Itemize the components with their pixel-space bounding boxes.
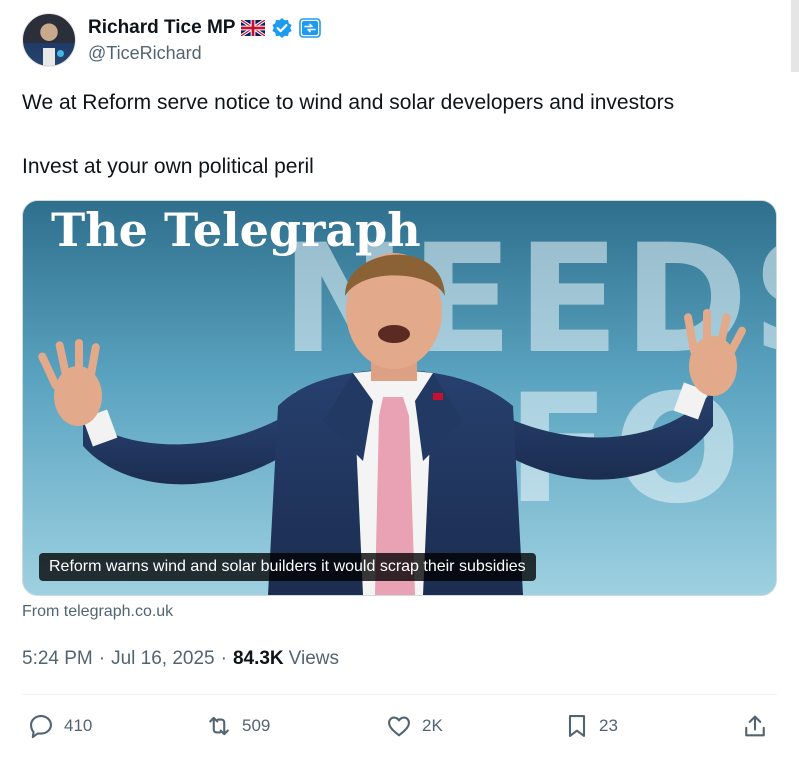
views-label: Views — [288, 648, 339, 669]
telegraph-masthead: The Telegraph — [51, 203, 421, 257]
heart-icon — [384, 712, 414, 740]
avatar[interactable] — [22, 13, 76, 67]
tweet-page: Richard Tice MP @TiceRichard We at Refor… — [0, 0, 799, 770]
repost-button[interactable]: 509 — [204, 712, 270, 740]
author-handle[interactable]: @TiceRichard — [88, 43, 321, 64]
uk-flag-icon — [241, 19, 266, 36]
verified-badge-icon[interactable] — [271, 17, 293, 39]
name-row: Richard Tice MP — [88, 17, 322, 39]
views-count: 84.3K — [232, 648, 284, 669]
scrollbar[interactable] — [791, 0, 799, 72]
tweet-date[interactable]: Jul 16, 2025 — [111, 648, 215, 670]
card-source[interactable]: From telegraph.co.uk — [22, 603, 173, 621]
share-icon — [741, 712, 769, 740]
repost-icon — [204, 712, 234, 740]
meta-separator: · — [98, 648, 106, 669]
tweet-body: We at Reform serve notice to wind and so… — [22, 89, 782, 181]
avatar-shirt — [43, 48, 55, 66]
divider — [22, 694, 777, 695]
avatar-rosette — [57, 50, 64, 57]
like-count: 2K — [422, 716, 443, 735]
bookmark-button[interactable]: 23 — [563, 712, 618, 740]
action-bar: 410 509 2K 23 — [22, 706, 777, 750]
display-name[interactable]: Richard Tice MP — [88, 17, 235, 39]
tweet-text-line-1: We at Reform serve notice to wind and so… — [22, 91, 675, 114]
card-caption[interactable]: Reform warns wind and solar builders it … — [39, 553, 536, 581]
tweet-time[interactable]: 5:24 PM — [22, 648, 93, 670]
author-names: Richard Tice MP @TiceRichard — [88, 17, 322, 64]
tweet-meta: 5:24 PM · Jul 16, 2025 · 84.3K Views — [22, 648, 339, 670]
affiliate-badge-icon[interactable] — [299, 17, 322, 38]
card-background-art: NEEDS REFO — [23, 201, 776, 595]
reply-icon — [26, 712, 56, 740]
reply-count: 410 — [64, 716, 93, 735]
tweet-header: Richard Tice MP @TiceRichard — [22, 12, 322, 68]
reply-button[interactable]: 410 — [26, 712, 92, 740]
repost-count: 509 — [242, 716, 271, 735]
bookmark-count: 23 — [599, 716, 618, 735]
bookmark-icon — [563, 712, 591, 740]
tweet-text-line-2: Invest at your own political peril — [22, 155, 314, 178]
share-button[interactable] — [741, 712, 769, 740]
like-button[interactable]: 2K — [384, 712, 443, 740]
link-card[interactable]: NEEDS REFO — [22, 200, 777, 596]
meta-separator: · — [220, 648, 227, 669]
